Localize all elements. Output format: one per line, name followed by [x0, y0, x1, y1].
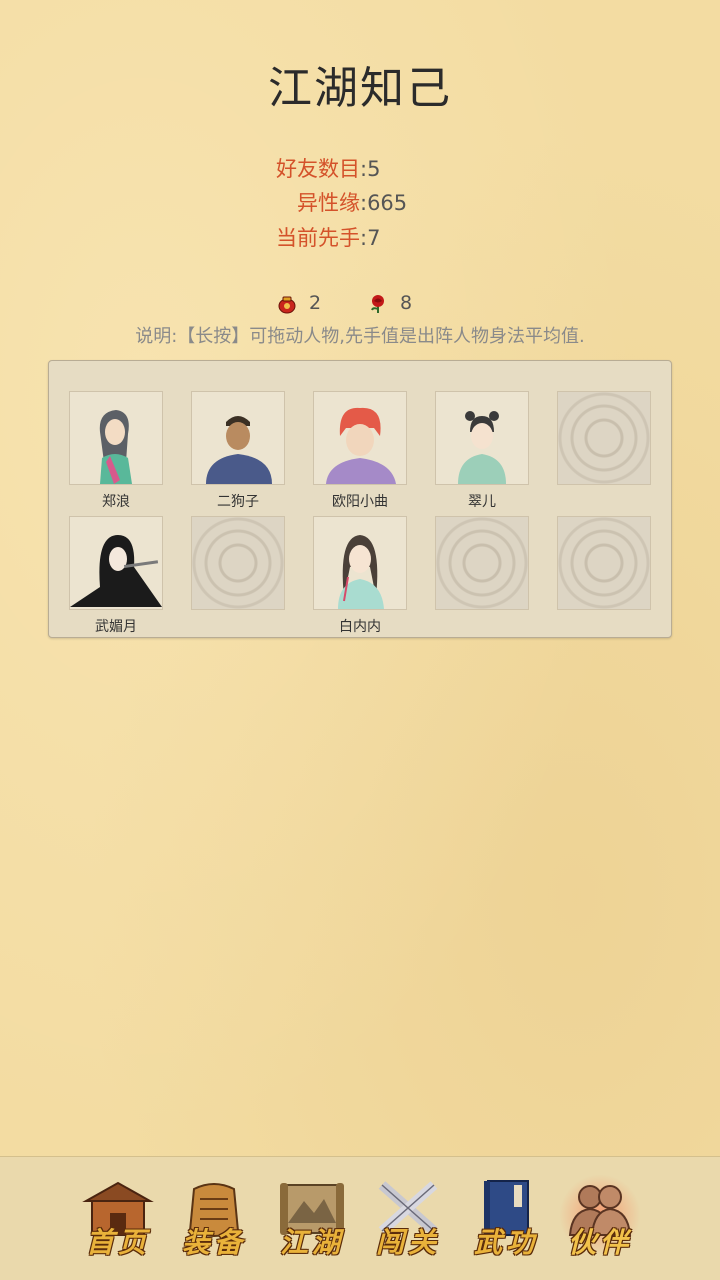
- stat-label: 异性缘: [297, 191, 360, 215]
- nav-label: 装备: [181, 1226, 246, 1259]
- companion-name: 武媚月: [95, 619, 137, 635]
- portrait-bai-neinei[interactable]: [313, 516, 407, 610]
- portrait-zheng-lang[interactable]: [69, 391, 163, 485]
- stat-value: :5: [360, 157, 381, 181]
- companion-grid: 郑浪 二狗子 欧阳小曲 翠儿 武媚月 白内内: [48, 360, 672, 638]
- nav-label: 首页: [85, 1226, 150, 1259]
- nav-label: 武功: [473, 1226, 538, 1259]
- companion-slot-5-empty[interactable]: [557, 391, 651, 485]
- companion-name: 翠儿: [468, 494, 496, 510]
- portrait-er-gou-zi[interactable]: [191, 391, 285, 485]
- companion-slot-6[interactable]: 武媚月: [69, 516, 163, 635]
- companion-name: 欧阳小曲: [332, 494, 388, 510]
- companion-slot-7-empty[interactable]: [191, 516, 285, 610]
- empty-slot-emblem-icon[interactable]: [191, 516, 285, 610]
- nav-home[interactable]: 首页: [76, 1177, 160, 1263]
- portrait-cui-er[interactable]: [435, 391, 529, 485]
- nav-label: 闯关: [375, 1226, 440, 1259]
- companion-slot-1[interactable]: 郑浪: [69, 391, 163, 510]
- empty-slot-emblem-icon[interactable]: [557, 516, 651, 610]
- companion-slot-9-empty[interactable]: [435, 516, 529, 610]
- page-title: 江湖知己: [268, 63, 452, 114]
- nav-label: 江湖: [279, 1226, 344, 1259]
- red-rose-icon: [371, 294, 384, 313]
- nav-equipment[interactable]: 装备: [172, 1177, 256, 1263]
- stat-label: 好友数目: [276, 157, 360, 181]
- nav-companions[interactable]: 伙伴: [558, 1173, 642, 1263]
- stat-value: :665: [360, 191, 408, 215]
- nav-jianghu[interactable]: 江湖: [270, 1177, 354, 1263]
- description-text: 说明:【长按】可拖动人物,先手值是出阵人物身法平均值.: [135, 326, 585, 347]
- rose-counter: 8: [368, 290, 412, 316]
- stat-value: :7: [360, 226, 381, 250]
- resource-counters: 2 8: [0, 290, 720, 316]
- pouch-count: 2: [309, 292, 322, 314]
- companion-slot-2[interactable]: 二狗子: [191, 391, 285, 510]
- companion-slot-10-empty[interactable]: [557, 516, 651, 610]
- red-pouch-icon: [278, 296, 296, 313]
- rose-count: 8: [400, 292, 413, 314]
- pouch-counter: 2: [277, 290, 321, 316]
- empty-slot-emblem-icon[interactable]: [557, 391, 651, 485]
- nav-martial-arts[interactable]: 武功: [464, 1177, 548, 1263]
- portrait-wu-meiyue[interactable]: [69, 516, 163, 610]
- portrait-ouyang-xiaoqu[interactable]: [313, 391, 407, 485]
- nav-label: 伙伴: [567, 1226, 632, 1259]
- companion-slot-8[interactable]: 白内内: [313, 516, 407, 635]
- bottom-nav: 首页 装备 江湖 闯关 武功 伙伴: [0, 1156, 720, 1280]
- companion-name: 郑浪: [102, 494, 130, 510]
- stat-label: 当前先手: [276, 226, 360, 250]
- companion-slot-4[interactable]: 翠儿: [435, 391, 529, 510]
- nav-challenge[interactable]: 闯关: [366, 1177, 450, 1263]
- companion-slot-3[interactable]: 欧阳小曲: [313, 391, 407, 510]
- companion-name: 白内内: [339, 619, 381, 635]
- companion-name: 二狗子: [217, 494, 259, 510]
- empty-slot-emblem-icon[interactable]: [435, 516, 529, 610]
